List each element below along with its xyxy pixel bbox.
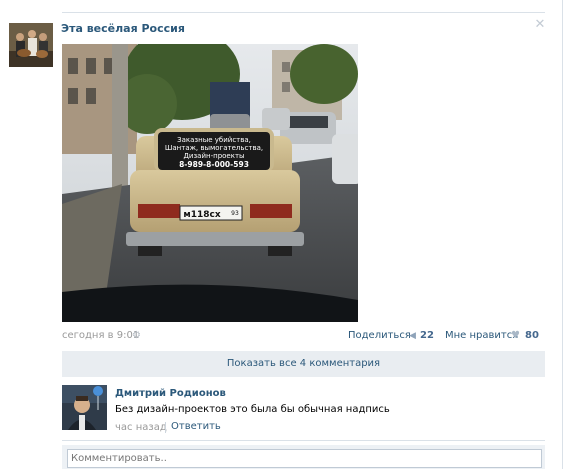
comment-divider	[62, 440, 545, 441]
right-border	[562, 0, 563, 469]
share-count[interactable]: 22	[420, 330, 434, 341]
comment-meta-separator	[165, 422, 166, 433]
post-photo[interactable]: Заказные убийства, Шантаж, вымогательств…	[62, 44, 358, 322]
heart-icon[interactable]: ♥	[511, 330, 520, 341]
photo-plate-number: м118сх	[183, 210, 220, 220]
close-icon[interactable]: ✕	[533, 18, 547, 32]
gear-icon[interactable]: ⚙	[132, 330, 141, 341]
share-button[interactable]: Поделиться	[348, 330, 411, 341]
show-all-comments-button[interactable]: Показать все 4 комментария	[62, 351, 545, 377]
photo-text-line3: Дизайн-проекты	[183, 152, 244, 160]
comment-input[interactable]	[67, 449, 542, 468]
top-divider	[62, 12, 545, 13]
like-count[interactable]: 80	[525, 330, 539, 341]
photo-text-line1: Заказные убийства,	[177, 136, 251, 144]
comment-author-link[interactable]: Дмитрий Родионов	[115, 388, 226, 399]
photo-plate-region: 93	[231, 210, 239, 217]
comment-avatar[interactable]	[62, 385, 107, 430]
like-button[interactable]: Мне нравится	[445, 330, 518, 341]
post-date[interactable]: сегодня в 9:01	[62, 330, 139, 341]
group-name-link[interactable]: Эта весёлая Россия	[61, 22, 185, 35]
comment-text: Без дизайн-проектов это была бы обычная …	[115, 404, 390, 415]
reply-button[interactable]: Ответить	[171, 421, 221, 432]
comment-time[interactable]: час назад	[115, 422, 167, 433]
group-avatar[interactable]	[9, 23, 53, 67]
photo-text-line2: Шантаж, вымогательства,	[165, 144, 263, 152]
megaphone-icon[interactable]: ◀	[409, 331, 416, 341]
post-meta-row: сегодня в 9:01 ⚙ Поделиться ◀ 22 Мне нра…	[62, 330, 545, 344]
photo-text-phone: 8-989-8-000-593	[179, 160, 249, 169]
